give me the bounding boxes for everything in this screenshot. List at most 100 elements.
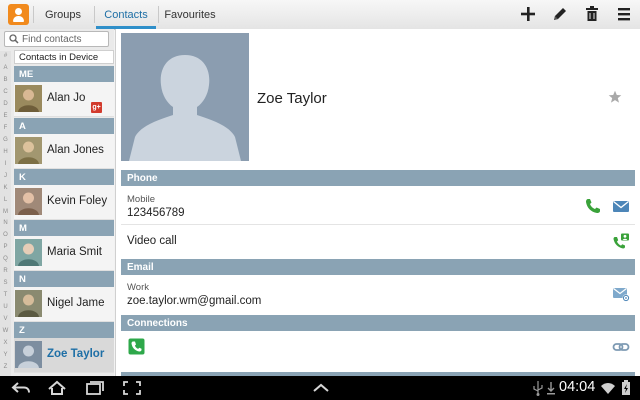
index-letter[interactable]: G [0, 137, 11, 144]
video-call-label[interactable]: Video call [127, 235, 177, 247]
group-header-me: ME [14, 66, 114, 82]
phone-type-label: Mobile [127, 194, 155, 205]
group-header-m: M [14, 220, 114, 236]
link-icon[interactable] [612, 338, 630, 356]
index-letter[interactable]: T [0, 292, 11, 299]
menu-icon[interactable] [615, 5, 633, 23]
search-input[interactable] [22, 32, 106, 46]
index-letter[interactable]: M [0, 209, 11, 216]
index-letter[interactable]: N [0, 220, 11, 227]
tab-divider [94, 6, 95, 23]
index-letter[interactable]: U [0, 304, 11, 311]
section-header-phone: Phone [121, 170, 635, 186]
usb-icon [533, 381, 543, 396]
email-icon[interactable] [612, 285, 630, 303]
system-bar: 04:04 [0, 376, 640, 400]
phone-number[interactable]: 123456789 [127, 207, 185, 219]
index-letter[interactable]: K [0, 185, 11, 192]
group-header-n: N [14, 271, 114, 287]
index-letter[interactable]: W [0, 328, 11, 335]
tab-divider [33, 6, 34, 23]
index-letter[interactable]: Y [0, 352, 11, 359]
tab-contacts[interactable]: Contacts [96, 0, 156, 29]
index-letter[interactable]: C [0, 89, 11, 96]
contact-row-nigel-jame[interactable]: Nigel Jame [14, 287, 114, 322]
action-bar: Groups Contacts Favourites [0, 0, 640, 30]
section-header-email: Email [121, 259, 635, 275]
index-letter[interactable]: L [0, 197, 11, 204]
divider [121, 224, 635, 225]
group-header-z: Z [14, 322, 114, 338]
battery-icon [622, 380, 630, 395]
contact-name: Zoe Taylor [47, 348, 105, 360]
email-type-label: Work [127, 282, 149, 293]
contact-row-alan-jones[interactable]: Alan Jones [14, 134, 114, 169]
contact-list-panel: #ABCDEFGHIJKLMNOPQRSTUVWXYZ Contacts in … [0, 29, 115, 394]
index-letter[interactable]: H [0, 149, 11, 156]
index-letter[interactable]: X [0, 340, 11, 347]
clock: 04:04 [559, 379, 596, 395]
index-letter[interactable]: S [0, 280, 11, 287]
index-letter[interactable]: J [0, 173, 11, 180]
contact-detail-panel: Zoe Taylor Phone Mobile 123456789 Video … [115, 29, 640, 376]
contact-name: Alan Jones [47, 144, 104, 156]
tab-groups[interactable]: Groups [35, 0, 91, 29]
index-letter[interactable]: D [0, 101, 11, 108]
contact-row-maria-smit[interactable]: Maria Smit [14, 236, 114, 271]
google-plus-icon: g+ [91, 102, 102, 113]
screenshot-icon[interactable] [121, 379, 143, 397]
back-icon[interactable] [10, 379, 32, 397]
alphabet-index[interactable]: # A B C D E F G H I J K L M N O P Q R S T U V W X Y Z [0, 51, 11, 376]
contact-name: Nigel Jame [47, 297, 105, 309]
chevron-up-icon[interactable] [310, 379, 332, 397]
avatar [15, 85, 42, 112]
section-header-connections: Connections [121, 315, 635, 331]
contact-row-zoe-taylor[interactable]: Zoe Taylor [14, 338, 114, 373]
index-letter[interactable]: B [0, 77, 11, 84]
index-letter[interactable]: A [0, 65, 11, 72]
contact-name: Maria Smit [47, 246, 102, 258]
contact-name-title: Zoe Taylor [257, 90, 327, 107]
contact-name: Alan Jo [47, 92, 86, 104]
index-letter[interactable]: F [0, 125, 11, 132]
index-letter[interactable]: Z [0, 364, 11, 371]
star-icon[interactable] [608, 90, 622, 104]
contacts-app-icon[interactable] [8, 4, 29, 25]
edit-icon[interactable] [551, 5, 569, 23]
contact-row-alan-jo[interactable]: Alan Jo g+ [14, 82, 114, 117]
contact-name: Kevin Foley [47, 195, 108, 207]
contact-row-kevin-foley[interactable]: Kevin Foley [14, 185, 114, 220]
tab-favourites[interactable]: Favourites [160, 0, 220, 29]
email-address[interactable]: zoe.taylor.wm@gmail.com [127, 295, 261, 307]
message-icon[interactable] [612, 197, 630, 215]
index-letter[interactable]: E [0, 113, 11, 120]
profile-photo[interactable] [121, 33, 249, 161]
group-header-a: A [14, 118, 114, 134]
index-letter[interactable]: P [0, 244, 11, 251]
avatar [15, 188, 42, 215]
group-header-k: K [14, 169, 114, 185]
avatar [15, 239, 42, 266]
index-letter[interactable]: Q [0, 256, 11, 263]
index-letter[interactable]: I [0, 161, 11, 168]
avatar [15, 341, 42, 368]
avatar [15, 290, 42, 317]
index-letter[interactable]: O [0, 232, 11, 239]
contact-source-label: Contacts in Device [14, 50, 114, 64]
index-letter[interactable]: # [0, 53, 11, 60]
wifi-icon [601, 383, 615, 394]
phone-call-icon[interactable] [584, 197, 602, 215]
tab-divider [158, 6, 159, 23]
index-letter[interactable]: R [0, 268, 11, 275]
search-icon [9, 34, 19, 44]
index-letter[interactable]: V [0, 316, 11, 323]
delete-icon[interactable] [583, 5, 601, 23]
download-icon [547, 382, 555, 395]
recent-apps-icon[interactable] [84, 379, 106, 397]
avatar [15, 137, 42, 164]
video-call-icon[interactable] [612, 232, 630, 250]
home-icon[interactable] [46, 379, 68, 397]
add-icon[interactable] [519, 5, 537, 23]
search-box[interactable] [4, 31, 109, 47]
phone-app-icon[interactable] [128, 338, 146, 356]
